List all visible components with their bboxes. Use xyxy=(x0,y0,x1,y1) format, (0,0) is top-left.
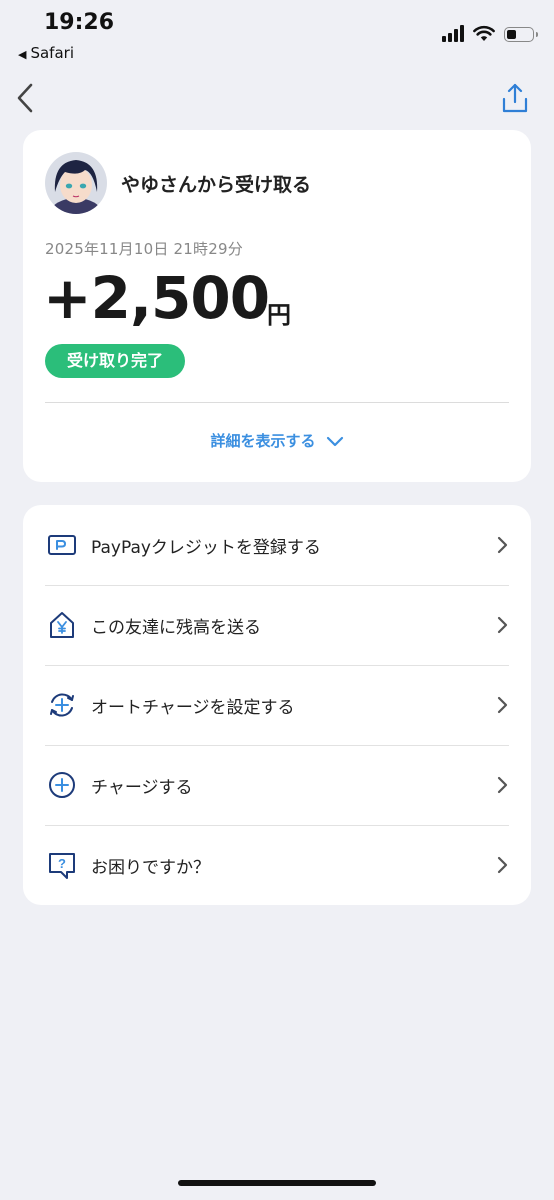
show-details-label: 詳細を表示する xyxy=(210,432,316,450)
status-time: 19:26 xyxy=(44,10,115,35)
home-indicator[interactable] xyxy=(178,1180,376,1186)
back-chevron-icon[interactable] xyxy=(12,80,42,116)
svg-text:?: ? xyxy=(58,856,66,871)
menu-item-charge[interactable]: チャージする xyxy=(45,745,509,825)
transaction-date: 2025年11月10日 21時29分 xyxy=(45,240,243,258)
avatar[interactable] xyxy=(45,152,107,214)
menu-item-label: チャージする xyxy=(91,777,193,798)
back-triangle-icon: ◀ xyxy=(18,48,27,61)
transaction-title: やゆさんから受け取る xyxy=(121,174,312,196)
menu-item-help[interactable]: ? お困りですか？ xyxy=(45,825,509,905)
help-bubble-icon: ? xyxy=(47,850,77,880)
share-icon[interactable] xyxy=(500,82,530,114)
house-yen-icon xyxy=(47,610,77,640)
auto-charge-icon xyxy=(47,690,77,720)
menu-item-label: PayPayクレジットを登録する xyxy=(91,537,321,558)
battery-icon xyxy=(504,27,538,42)
back-app-label: Safari xyxy=(30,44,74,62)
status-badge: 受け取り完了 xyxy=(45,344,186,378)
chevron-down-icon xyxy=(326,436,343,447)
cellular-signal-icon xyxy=(442,24,464,42)
menu-item-register-credit[interactable]: PayPayクレジットを登録する xyxy=(45,505,509,585)
chevron-right-icon xyxy=(497,776,508,794)
menu-item-send-balance[interactable]: この友達に残高を送る xyxy=(45,585,509,665)
card-divider xyxy=(45,402,509,403)
action-menu: PayPayクレジットを登録する この友達に残高を送る オートチャージを設定する xyxy=(23,505,531,905)
avatar-image xyxy=(45,152,107,214)
wifi-icon xyxy=(473,25,495,41)
chevron-right-icon xyxy=(497,696,508,714)
menu-item-label: この友達に残高を送る xyxy=(91,617,261,638)
transaction-card: やゆさんから受け取る 2025年11月10日 21時29分 +2,500 円 受… xyxy=(23,130,531,482)
menu-item-auto-charge[interactable]: オートチャージを設定する xyxy=(45,665,509,745)
show-details-link[interactable]: 詳細を表示する xyxy=(23,430,531,451)
chevron-right-icon xyxy=(497,616,508,634)
chevron-right-icon xyxy=(497,856,508,874)
card-icon xyxy=(47,530,77,560)
transaction-amount: +2,500 xyxy=(43,264,270,332)
menu-item-label: オートチャージを設定する xyxy=(91,697,295,718)
plus-circle-icon xyxy=(47,770,77,800)
chevron-right-icon xyxy=(497,536,508,554)
menu-item-label: お困りですか？ xyxy=(91,857,210,878)
back-to-app-link[interactable]: ◀ Safari xyxy=(18,44,74,62)
currency-unit: 円 xyxy=(267,301,291,329)
status-icons xyxy=(442,24,538,42)
